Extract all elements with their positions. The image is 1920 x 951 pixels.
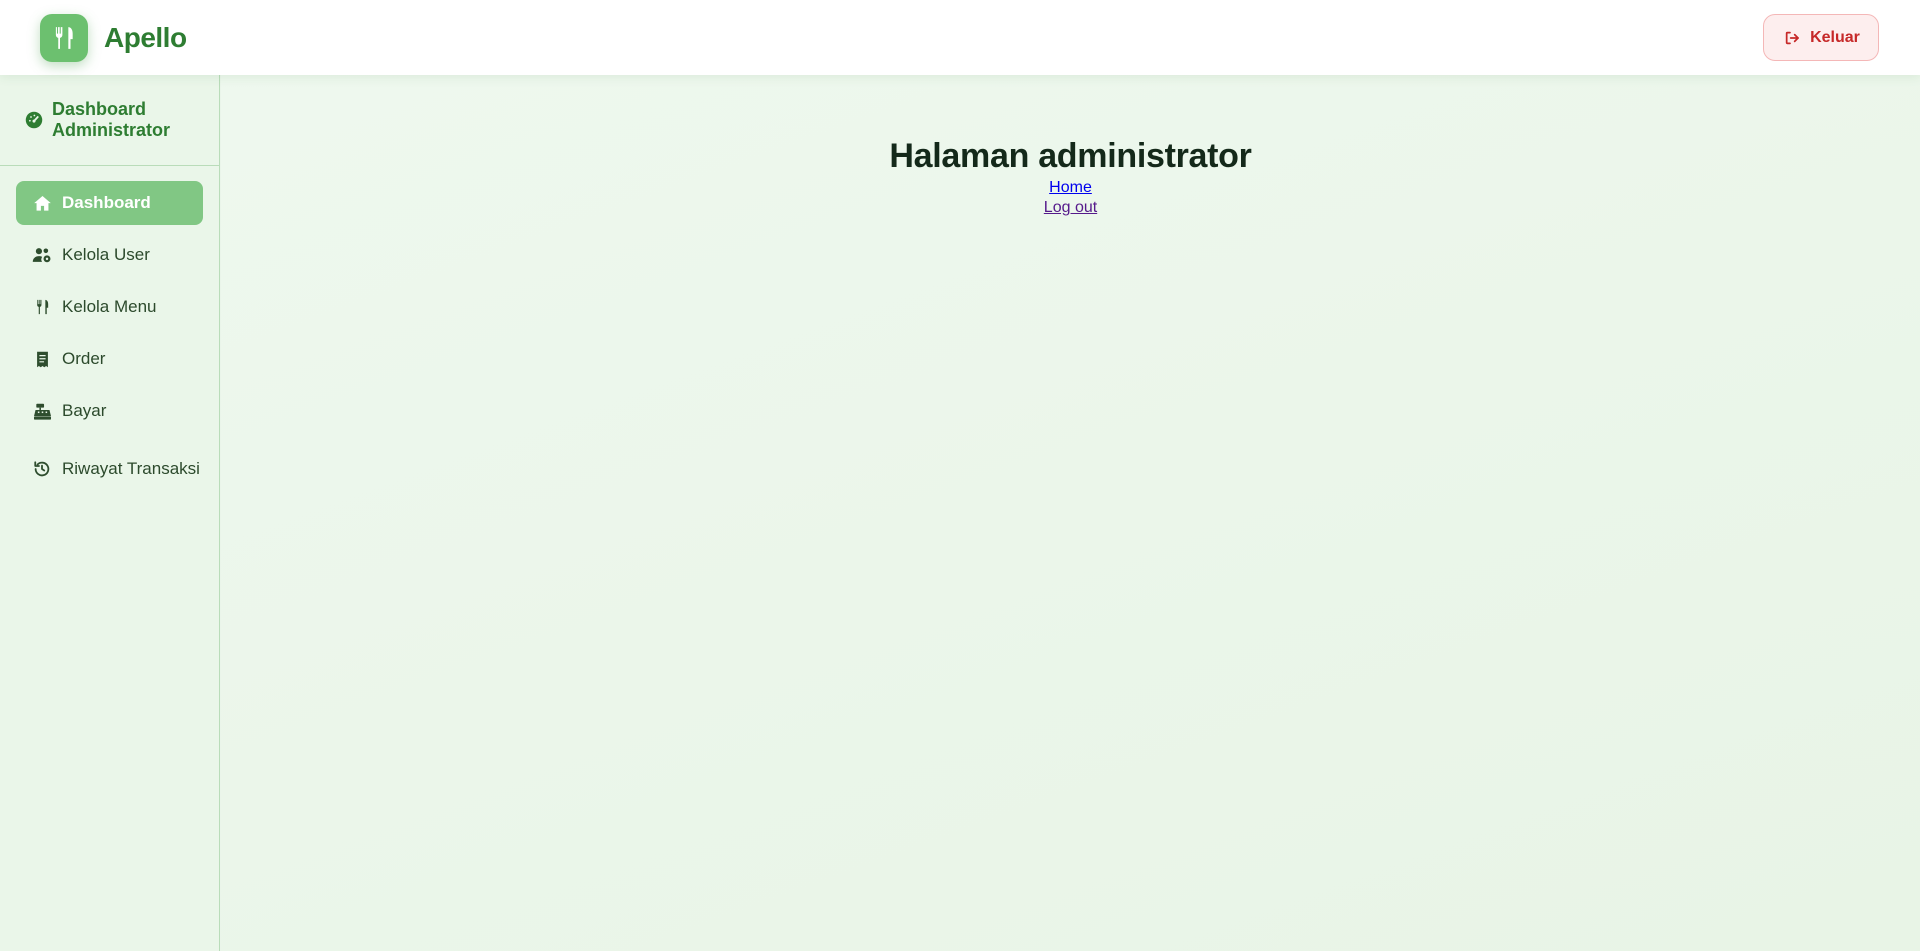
receipt-icon bbox=[32, 349, 52, 369]
sidebar-item-label: Order bbox=[62, 349, 106, 368]
brand-name: Apello bbox=[104, 21, 187, 53]
logout-link[interactable]: Log out bbox=[221, 198, 1920, 218]
gauge-icon bbox=[24, 110, 44, 130]
utensils-icon bbox=[40, 13, 88, 62]
history-icon bbox=[32, 459, 52, 479]
sidebar-item-kelola-user[interactable]: Kelola User bbox=[16, 233, 203, 277]
sidebar-item-label: Bayar bbox=[62, 401, 107, 420]
main-content: Halaman administrator Home Log out bbox=[221, 75, 1920, 951]
logout-button[interactable]: Keluar bbox=[1763, 14, 1879, 61]
sidebar: Dashboard Administrator Dashboard Kelola… bbox=[0, 75, 220, 951]
logout-button-label: Keluar bbox=[1810, 28, 1860, 46]
sidebar-item-order[interactable]: Order bbox=[16, 337, 203, 381]
sidebar-title: Dashboard Administrator bbox=[52, 99, 171, 140]
home-link[interactable]: Home bbox=[221, 178, 1920, 198]
sidebar-item-label: Kelola Menu bbox=[62, 297, 157, 316]
sidebar-item-dashboard[interactable]: Dashboard bbox=[16, 181, 203, 225]
utensils-icon bbox=[32, 297, 52, 317]
sidebar-item-bayar[interactable]: Bayar bbox=[16, 389, 203, 433]
sign-out-icon bbox=[1782, 28, 1802, 48]
users-cog-icon bbox=[32, 245, 52, 265]
sidebar-nav: Dashboard Kelola User Kelola Menu Order … bbox=[0, 166, 219, 497]
sidebar-item-kelola-menu[interactable]: Kelola Menu bbox=[16, 285, 203, 329]
home-icon bbox=[32, 193, 52, 213]
cash-register-icon bbox=[32, 401, 52, 421]
sidebar-item-label: Dashboard bbox=[62, 193, 151, 212]
sidebar-header: Dashboard Administrator bbox=[0, 75, 219, 166]
brand[interactable]: Apello bbox=[40, 13, 187, 62]
sidebar-item-riwayat-transaksi[interactable]: Riwayat Transaksi bbox=[16, 441, 203, 497]
sidebar-item-label: Kelola User bbox=[62, 245, 150, 264]
page-title: Halaman administrator bbox=[889, 137, 1252, 175]
sidebar-item-label: Riwayat Transaksi bbox=[62, 459, 200, 478]
top-bar: Apello Keluar bbox=[0, 0, 1920, 75]
